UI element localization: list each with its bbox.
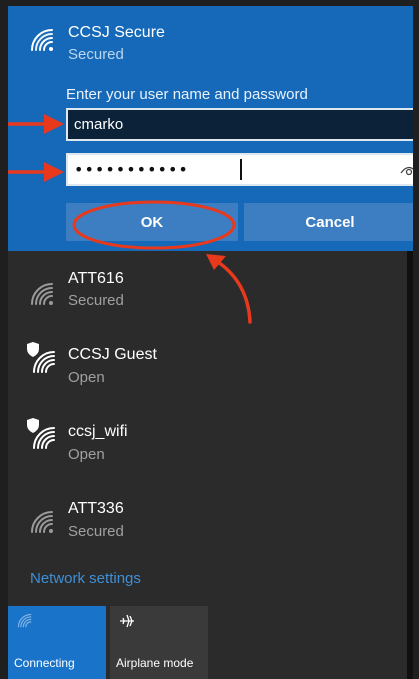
active-network-name: CCSJ Secure: [68, 24, 165, 41]
network-name: CCSJ Guest: [68, 346, 157, 363]
tile-airplane-mode[interactable]: Airplane mode: [110, 606, 208, 679]
wifi-icon: [28, 280, 54, 306]
network-name: ATT616: [68, 270, 124, 287]
network-status: Secured: [68, 292, 124, 309]
reveal-password-icon[interactable]: [400, 162, 413, 181]
wifi-icon: [28, 508, 54, 534]
wifi-icon: [16, 612, 32, 633]
active-network-status: Secured: [68, 46, 124, 63]
username-input[interactable]: [68, 110, 413, 139]
credentials-prompt: Enter your user name and password: [66, 86, 308, 103]
cancel-button[interactable]: Cancel: [244, 203, 413, 241]
wifi-shield-icon: [24, 342, 56, 374]
ok-button[interactable]: OK: [66, 203, 238, 241]
network-status: Open: [68, 369, 105, 386]
active-network-card: CCSJ Secure Secured Enter your user name…: [8, 6, 413, 251]
network-name: ccsj_wifi: [68, 423, 128, 440]
network-status: Open: [68, 446, 105, 463]
network-status: Secured: [68, 523, 124, 540]
wifi-flyout: CCSJ Secure Secured Enter your user name…: [8, 6, 413, 679]
password-field[interactable]: [66, 153, 413, 186]
airplane-icon: [118, 612, 136, 635]
username-field[interactable]: [66, 108, 413, 141]
network-name: ATT336: [68, 500, 124, 517]
wifi-shield-icon: [24, 418, 56, 450]
wifi-icon: [28, 26, 54, 52]
network-settings-link[interactable]: Network settings: [30, 570, 141, 587]
tile-label: Airplane mode: [116, 656, 194, 670]
tile-connecting[interactable]: Connecting: [8, 606, 106, 679]
tile-label: Connecting: [14, 656, 75, 670]
text-caret: [240, 159, 242, 180]
